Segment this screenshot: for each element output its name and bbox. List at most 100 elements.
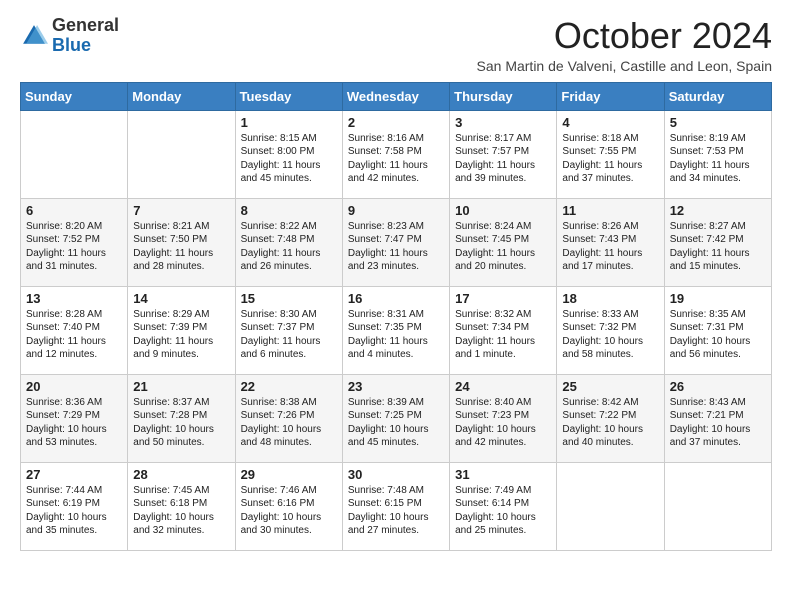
day-info: Sunrise: 7:44 AMSunset: 6:19 PMDaylight:… xyxy=(26,485,107,537)
day-info: Sunrise: 8:29 AMSunset: 7:39 PMDaylight:… xyxy=(133,309,213,361)
day-number: 15 xyxy=(241,291,337,306)
day-info: Sunrise: 8:17 AMSunset: 7:57 PMDaylight:… xyxy=(455,133,535,185)
day-info: Sunrise: 7:45 AMSunset: 6:18 PMDaylight:… xyxy=(133,485,214,537)
day-cell-3-0: 20 Sunrise: 8:36 AMSunset: 7:29 PMDayligh… xyxy=(21,374,128,462)
header-tuesday: Tuesday xyxy=(235,82,342,110)
day-cell-0-0 xyxy=(21,110,128,198)
day-cell-4-3: 30 Sunrise: 7:48 AMSunset: 6:15 PMDayligh… xyxy=(342,462,449,550)
day-number: 22 xyxy=(241,379,337,394)
subtitle: San Martin de Valveni, Castille and Leon… xyxy=(477,58,772,74)
day-info: Sunrise: 8:43 AMSunset: 7:21 PMDaylight:… xyxy=(670,397,751,449)
calendar-table: Sunday Monday Tuesday Wednesday Thursday… xyxy=(20,82,772,551)
day-number: 18 xyxy=(562,291,658,306)
header-friday: Friday xyxy=(557,82,664,110)
logo-icon xyxy=(20,22,48,50)
logo-blue: Blue xyxy=(52,35,91,55)
day-number: 14 xyxy=(133,291,229,306)
day-cell-2-5: 18 Sunrise: 8:33 AMSunset: 7:32 PMDayligh… xyxy=(557,286,664,374)
day-number: 23 xyxy=(348,379,444,394)
day-cell-4-0: 27Sunrise: 7:44 AMSunset: 6:19 PMDayligh… xyxy=(21,462,128,550)
week-row-3: 13Sunrise: 8:28 AMSunset: 7:40 PMDayligh… xyxy=(21,286,772,374)
header-row: Sunday Monday Tuesday Wednesday Thursday… xyxy=(21,82,772,110)
day-info: Sunrise: 8:42 AMSunset: 7:22 PMDaylight:… xyxy=(562,397,643,449)
day-number: 6 xyxy=(26,203,122,218)
day-info: Sunrise: 8:18 AMSunset: 7:55 PMDaylight:… xyxy=(562,133,642,185)
day-number: 31 xyxy=(455,467,551,482)
header-sunday: Sunday xyxy=(21,82,128,110)
day-number: 7 xyxy=(133,203,229,218)
day-number: 1 xyxy=(241,115,337,130)
day-number: 19 xyxy=(670,291,766,306)
day-number: 10 xyxy=(455,203,551,218)
day-number: 21 xyxy=(133,379,229,394)
title-block: October 2024 San Martin de Valveni, Cast… xyxy=(477,16,772,74)
week-row-4: 20 Sunrise: 8:36 AMSunset: 7:29 PMDayligh… xyxy=(21,374,772,462)
header-wednesday: Wednesday xyxy=(342,82,449,110)
day-info: Sunrise: 8:22 AMSunset: 7:48 PMDaylight:… xyxy=(241,221,321,273)
day-info: Sunrise: 8:33 AMSunset: 7:32 PMDaylight:… xyxy=(562,309,643,361)
day-info: Sunrise: 8:26 AMSunset: 7:43 PMDaylight:… xyxy=(562,221,642,273)
day-cell-1-4: 10 Sunrise: 8:24 AMSunset: 7:45 PMDayligh… xyxy=(450,198,557,286)
day-info: Sunrise: 8:39 AMSunset: 7:25 PMDaylight:… xyxy=(348,397,429,449)
day-cell-2-6: 19 Sunrise: 8:35 AMSunset: 7:31 PMDayligh… xyxy=(664,286,771,374)
day-cell-3-1: 21 Sunrise: 8:37 AMSunset: 7:28 PMDayligh… xyxy=(128,374,235,462)
day-cell-4-1: 28 Sunrise: 7:45 AMSunset: 6:18 PMDayligh… xyxy=(128,462,235,550)
day-cell-0-5: 4Sunrise: 8:18 AMSunset: 7:55 PMDaylight… xyxy=(557,110,664,198)
day-info: Sunrise: 8:36 AMSunset: 7:29 PMDaylight:… xyxy=(26,397,107,449)
day-number: 29 xyxy=(241,467,337,482)
day-info: Sunrise: 8:35 AMSunset: 7:31 PMDaylight:… xyxy=(670,309,751,361)
page-header: General Blue October 2024 San Martin de … xyxy=(20,16,772,74)
day-number: 3 xyxy=(455,115,551,130)
day-number: 2 xyxy=(348,115,444,130)
day-info: Sunrise: 8:21 AMSunset: 7:50 PMDaylight:… xyxy=(133,221,213,273)
day-info: Sunrise: 8:15 AMSunset: 8:00 PMDaylight:… xyxy=(241,133,321,185)
day-cell-3-3: 23 Sunrise: 8:39 AMSunset: 7:25 PMDayligh… xyxy=(342,374,449,462)
day-cell-3-6: 26Sunrise: 8:43 AMSunset: 7:21 PMDayligh… xyxy=(664,374,771,462)
day-number: 11 xyxy=(562,203,658,218)
day-number: 25 xyxy=(562,379,658,394)
day-cell-1-6: 12 Sunrise: 8:27 AMSunset: 7:42 PMDayligh… xyxy=(664,198,771,286)
day-cell-0-4: 3 Sunrise: 8:17 AMSunset: 7:57 PMDaylight… xyxy=(450,110,557,198)
day-info: Sunrise: 8:24 AMSunset: 7:45 PMDaylight:… xyxy=(455,221,535,273)
calendar-body: 1 Sunrise: 8:15 AMSunset: 8:00 PMDaylight… xyxy=(21,110,772,550)
day-cell-4-2: 29Sunrise: 7:46 AMSunset: 6:16 PMDayligh… xyxy=(235,462,342,550)
day-info: Sunrise: 8:37 AMSunset: 7:28 PMDaylight:… xyxy=(133,397,214,449)
day-info: Sunrise: 8:27 AMSunset: 7:42 PMDaylight:… xyxy=(670,221,750,273)
day-number: 9 xyxy=(348,203,444,218)
day-cell-0-1 xyxy=(128,110,235,198)
day-info: Sunrise: 8:16 AMSunset: 7:58 PMDaylight:… xyxy=(348,133,428,185)
day-number: 20 xyxy=(26,379,122,394)
day-number: 12 xyxy=(670,203,766,218)
day-number: 28 xyxy=(133,467,229,482)
day-info: Sunrise: 8:30 AMSunset: 7:37 PMDaylight:… xyxy=(241,309,321,361)
day-cell-4-5 xyxy=(557,462,664,550)
day-info: Sunrise: 8:20 AMSunset: 7:52 PMDaylight:… xyxy=(26,221,106,273)
day-cell-2-4: 17Sunrise: 8:32 AMSunset: 7:34 PMDayligh… xyxy=(450,286,557,374)
day-number: 30 xyxy=(348,467,444,482)
day-cell-1-3: 9 Sunrise: 8:23 AMSunset: 7:47 PMDaylight… xyxy=(342,198,449,286)
day-cell-0-3: 2 Sunrise: 8:16 AMSunset: 7:58 PMDaylight… xyxy=(342,110,449,198)
day-info: Sunrise: 8:40 AMSunset: 7:23 PMDaylight:… xyxy=(455,397,536,449)
day-cell-3-5: 25 Sunrise: 8:42 AMSunset: 7:22 PMDayligh… xyxy=(557,374,664,462)
day-number: 13 xyxy=(26,291,122,306)
logo: General Blue xyxy=(20,16,119,56)
day-cell-2-3: 16Sunrise: 8:31 AMSunset: 7:35 PMDayligh… xyxy=(342,286,449,374)
week-row-5: 27Sunrise: 7:44 AMSunset: 6:19 PMDayligh… xyxy=(21,462,772,550)
day-cell-1-5: 11 Sunrise: 8:26 AMSunset: 7:43 PMDayligh… xyxy=(557,198,664,286)
day-info: Sunrise: 8:23 AMSunset: 7:47 PMDaylight:… xyxy=(348,221,428,273)
day-number: 17 xyxy=(455,291,551,306)
day-cell-2-0: 13Sunrise: 8:28 AMSunset: 7:40 PMDayligh… xyxy=(21,286,128,374)
day-cell-0-6: 5Sunrise: 8:19 AMSunset: 7:53 PMDaylight… xyxy=(664,110,771,198)
day-cell-1-0: 6 Sunrise: 8:20 AMSunset: 7:52 PMDaylight… xyxy=(21,198,128,286)
day-info: Sunrise: 7:48 AMSunset: 6:15 PMDaylight:… xyxy=(348,485,429,537)
day-info: Sunrise: 8:31 AMSunset: 7:35 PMDaylight:… xyxy=(348,309,428,361)
day-cell-3-4: 24Sunrise: 8:40 AMSunset: 7:23 PMDayligh… xyxy=(450,374,557,462)
calendar-header: Sunday Monday Tuesday Wednesday Thursday… xyxy=(21,82,772,110)
day-cell-4-6 xyxy=(664,462,771,550)
day-cell-2-2: 15 Sunrise: 8:30 AMSunset: 7:37 PMDayligh… xyxy=(235,286,342,374)
day-cell-1-2: 8 Sunrise: 8:22 AMSunset: 7:48 PMDaylight… xyxy=(235,198,342,286)
day-info: Sunrise: 8:38 AMSunset: 7:26 PMDaylight:… xyxy=(241,397,322,449)
week-row-1: 1 Sunrise: 8:15 AMSunset: 8:00 PMDaylight… xyxy=(21,110,772,198)
header-saturday: Saturday xyxy=(664,82,771,110)
day-number: 8 xyxy=(241,203,337,218)
